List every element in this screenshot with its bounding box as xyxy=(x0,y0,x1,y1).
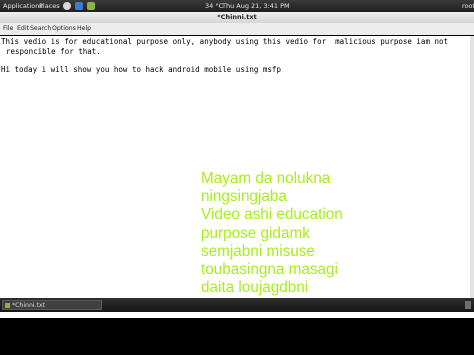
terminal-launcher-icon[interactable] xyxy=(75,2,83,10)
clock[interactable]: Thu Aug 21, 3:41 PM xyxy=(222,0,290,12)
weather-indicator[interactable]: 34 °C xyxy=(205,0,223,12)
top-panel: Applications Places 34 °C Thu Aug 21, 3:… xyxy=(0,0,474,12)
caption-line: Video ashi education xyxy=(201,206,343,224)
caption-line: daita loujagdbni xyxy=(201,279,309,297)
menu-file[interactable]: File xyxy=(3,23,13,35)
menu-search[interactable]: Search xyxy=(30,23,51,35)
editor-launcher-icon[interactable] xyxy=(87,2,95,10)
text-line: Hi today i will show you how to hack and… xyxy=(1,65,281,74)
caption-line: ningsingjaba xyxy=(201,188,287,206)
caption-line: semjabni misuse xyxy=(201,242,315,260)
text-line: This vedio is for educational purpose on… xyxy=(1,37,449,46)
menubar: File Edit Search Options Help xyxy=(0,23,474,35)
bottom-taskbar: *Chinni.txt xyxy=(0,298,474,312)
menu-edit[interactable]: Edit xyxy=(17,23,29,35)
taskbar-window-label: *Chinni.txt xyxy=(12,302,46,309)
places-menu[interactable]: Places xyxy=(39,0,60,12)
taskbar-window-button[interactable]: *Chinni.txt xyxy=(2,300,102,310)
applications-menu[interactable]: Applications xyxy=(3,0,43,12)
menu-help[interactable]: Help xyxy=(77,23,91,35)
caption-line: purpose gidamk xyxy=(201,224,310,242)
overlay-caption: Mayam da nolukna ningsingjaba Video ashi… xyxy=(201,170,473,297)
caption-line: toubasingna masagi xyxy=(201,261,338,279)
caption-line: Mayam da nolukna xyxy=(201,170,331,187)
text-editor-icon xyxy=(5,303,10,308)
text-line: responcible for that. xyxy=(6,47,101,56)
browser-launcher-icon[interactable] xyxy=(63,2,71,10)
vertical-scrollbar[interactable] xyxy=(470,36,474,312)
workspace-switcher[interactable] xyxy=(465,301,471,309)
menu-options[interactable]: Options xyxy=(52,23,76,35)
user-menu[interactable]: root xyxy=(462,0,474,12)
